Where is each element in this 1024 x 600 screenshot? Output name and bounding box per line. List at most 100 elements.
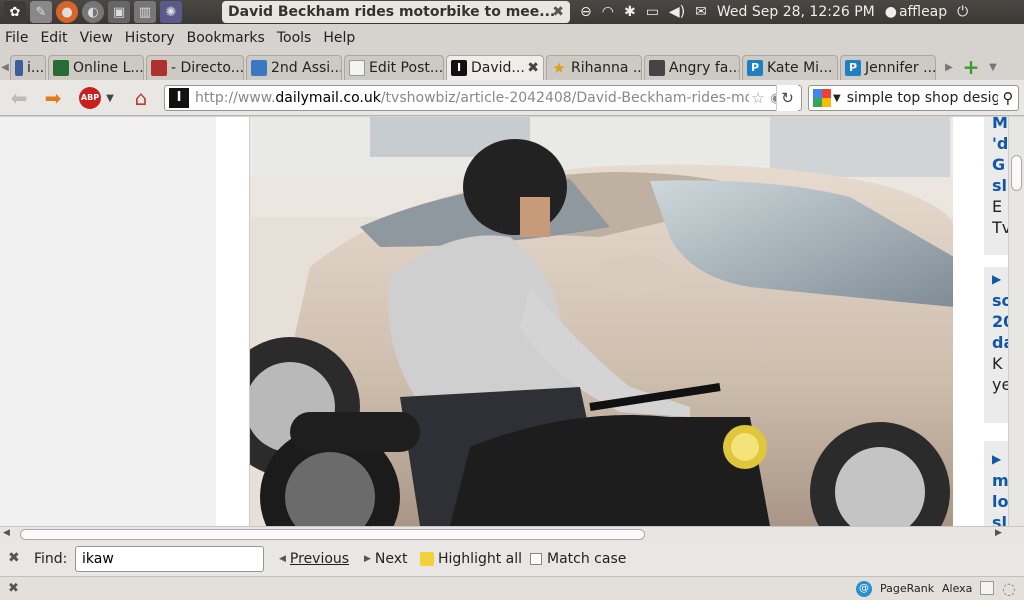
tab-label: - Directo... xyxy=(171,60,244,76)
tab[interactable]: ★ Rihanna ... xyxy=(546,55,642,80)
tab-favicon-icon: P xyxy=(747,60,763,76)
resize-grip-icon[interactable]: ◌ xyxy=(1002,579,1016,598)
tab[interactable]: i... xyxy=(10,55,46,80)
horizontal-scroll-thumb[interactable] xyxy=(20,529,645,540)
ubuntu-logo-icon[interactable]: ✿ xyxy=(4,1,26,23)
find-close-icon[interactable]: ✖ xyxy=(8,550,20,566)
menu-edit[interactable]: Edit xyxy=(40,30,67,46)
tab-label: 2nd Assi... xyxy=(271,60,342,76)
datetime[interactable]: Wed Sep 28, 12:26 PM xyxy=(717,4,875,20)
menu-file[interactable]: File xyxy=(5,30,28,46)
vertical-scroll-thumb[interactable] xyxy=(1011,155,1022,191)
user-icon[interactable]: ● xyxy=(885,4,897,20)
highlight-all-label: Highlight all xyxy=(438,551,523,567)
forward-icon[interactable]: ➡ xyxy=(40,84,66,112)
menu-bookmarks[interactable]: Bookmarks xyxy=(187,30,265,46)
tab-scroll-left-icon[interactable]: ◀ xyxy=(0,55,10,80)
new-tab-icon[interactable]: + xyxy=(960,55,982,80)
disk-icon[interactable]: ⊖ xyxy=(580,4,592,20)
addon-icon[interactable]: @ xyxy=(856,581,872,597)
bookmark-star-icon[interactable]: ☆ xyxy=(749,89,767,107)
vertical-scrollbar[interactable] xyxy=(1008,117,1024,526)
menu-bar: File Edit View History Bookmarks Tools H… xyxy=(0,26,1024,50)
url-text[interactable]: http://www.dailymail.co.uk/tvshowbiz/art… xyxy=(195,90,749,106)
wifi-icon[interactable]: ◠ xyxy=(602,4,614,20)
tab[interactable]: P Kate Mi... xyxy=(742,55,838,80)
back-icon[interactable]: ⬅ xyxy=(6,84,32,112)
highlight-all-button[interactable]: Highlight all xyxy=(420,551,522,567)
app-icon-2[interactable]: ▣ xyxy=(108,1,130,23)
tab-label: Rihanna ... xyxy=(571,60,642,76)
find-next-button[interactable]: ▶ Next xyxy=(364,551,408,567)
tab[interactable]: Edit Post... xyxy=(344,55,444,80)
tab-label: i... xyxy=(27,60,45,76)
url-bar[interactable]: I http://www.dailymail.co.uk/tvshowbiz/a… xyxy=(164,85,802,111)
article-photo[interactable] xyxy=(249,117,953,526)
reload-icon[interactable]: ↻ xyxy=(776,85,798,111)
page-content: M 'd G sl E Tv ▶ so 20 da K ye ▶ m lo sl xyxy=(0,117,1024,526)
close-icon[interactable]: ✖ xyxy=(552,1,564,23)
tab[interactable]: - Directo... xyxy=(146,55,244,80)
highlight-icon xyxy=(420,552,434,566)
bluetooth-icon[interactable]: ✱ xyxy=(624,4,636,20)
tab-favicon-icon: P xyxy=(845,60,861,76)
mail-icon[interactable]: ✉ xyxy=(695,4,707,20)
pagerank-label[interactable]: PageRank xyxy=(880,582,934,595)
volume-icon[interactable]: ◀) xyxy=(669,4,685,20)
sidebar-toggle-icon[interactable] xyxy=(980,581,994,595)
horizontal-scrollbar[interactable]: ◀ ▶ xyxy=(0,526,1024,542)
find-previous-label: Previous xyxy=(289,551,350,567)
window-title-text: David Beckham rides motorbike to mee... xyxy=(228,4,556,20)
status-close-icon[interactable]: ✖ xyxy=(8,581,19,596)
sidebar-divider xyxy=(984,423,1008,441)
scroll-right-icon[interactable]: ▶ xyxy=(995,528,1002,538)
site-identity-icon[interactable]: I xyxy=(169,88,189,108)
tab-label: Angry fa... xyxy=(669,60,740,76)
match-case-label: Match case xyxy=(547,551,627,567)
search-engine-icon[interactable] xyxy=(813,89,831,107)
tab[interactable]: Angry fa... xyxy=(644,55,740,80)
app-icon[interactable]: ◐ xyxy=(82,1,104,23)
app-icon-3[interactable]: ▥ xyxy=(134,1,156,23)
tab-scroll-right-icon[interactable]: ▶ xyxy=(938,55,960,80)
find-next-label: Next xyxy=(374,551,408,567)
tab-favicon-icon xyxy=(251,60,267,76)
tab-favicon-icon: ★ xyxy=(552,59,566,77)
scroll-left-icon[interactable]: ◀ xyxy=(3,528,10,538)
tab[interactable]: 2nd Assi... xyxy=(246,55,342,80)
tab[interactable]: Online L... xyxy=(48,55,144,80)
tab-list-icon[interactable]: ▼ xyxy=(982,55,1004,80)
url-domain: dailymail.co.uk xyxy=(275,90,381,106)
match-case-checkbox[interactable]: Match case xyxy=(530,551,626,567)
firefox-icon[interactable]: ● xyxy=(56,1,78,23)
checkbox-icon xyxy=(530,553,542,565)
find-previous-button[interactable]: ◀ Previous xyxy=(279,551,349,567)
menu-help[interactable]: Help xyxy=(323,30,355,46)
battery-icon[interactable]: ▭ xyxy=(646,4,659,20)
menu-view[interactable]: View xyxy=(80,30,113,46)
tab-label: Online L... xyxy=(73,60,144,76)
right-sidebar: M 'd G sl E Tv ▶ so 20 da K ye ▶ m lo sl xyxy=(984,117,1014,526)
tab[interactable]: P Jennifer ... xyxy=(840,55,936,80)
search-bar[interactable]: ▼ simple top shop design ⚲ xyxy=(808,85,1019,111)
tab-favicon-icon: I xyxy=(451,60,467,76)
menu-history[interactable]: History xyxy=(125,30,175,46)
text-editor-icon[interactable]: ✎ xyxy=(30,1,52,23)
search-icon[interactable]: ⚲ xyxy=(998,89,1018,107)
search-engine-dropdown-icon[interactable]: ▼ xyxy=(833,93,841,104)
search-input[interactable]: simple top shop design xyxy=(847,90,998,106)
tab-close-icon[interactable]: ✖ xyxy=(527,60,539,76)
power-icon[interactable]: ⏻ xyxy=(957,4,968,20)
tab-active[interactable]: I David... ✖ xyxy=(446,55,544,80)
home-icon[interactable]: ⌂ xyxy=(128,84,154,112)
tab-favicon-icon xyxy=(349,60,365,76)
find-input[interactable] xyxy=(75,546,264,572)
adblock-dropdown-icon[interactable]: ▼ xyxy=(104,84,116,112)
tab-favicon-icon xyxy=(649,60,665,76)
menu-tools[interactable]: Tools xyxy=(277,30,312,46)
user-name[interactable]: affleap xyxy=(899,4,947,20)
app-icon-4[interactable]: ✺ xyxy=(160,1,182,23)
alexa-label[interactable]: Alexa xyxy=(942,582,972,595)
adblock-icon[interactable]: ABP xyxy=(78,84,102,112)
tab-favicon-icon xyxy=(53,60,69,76)
